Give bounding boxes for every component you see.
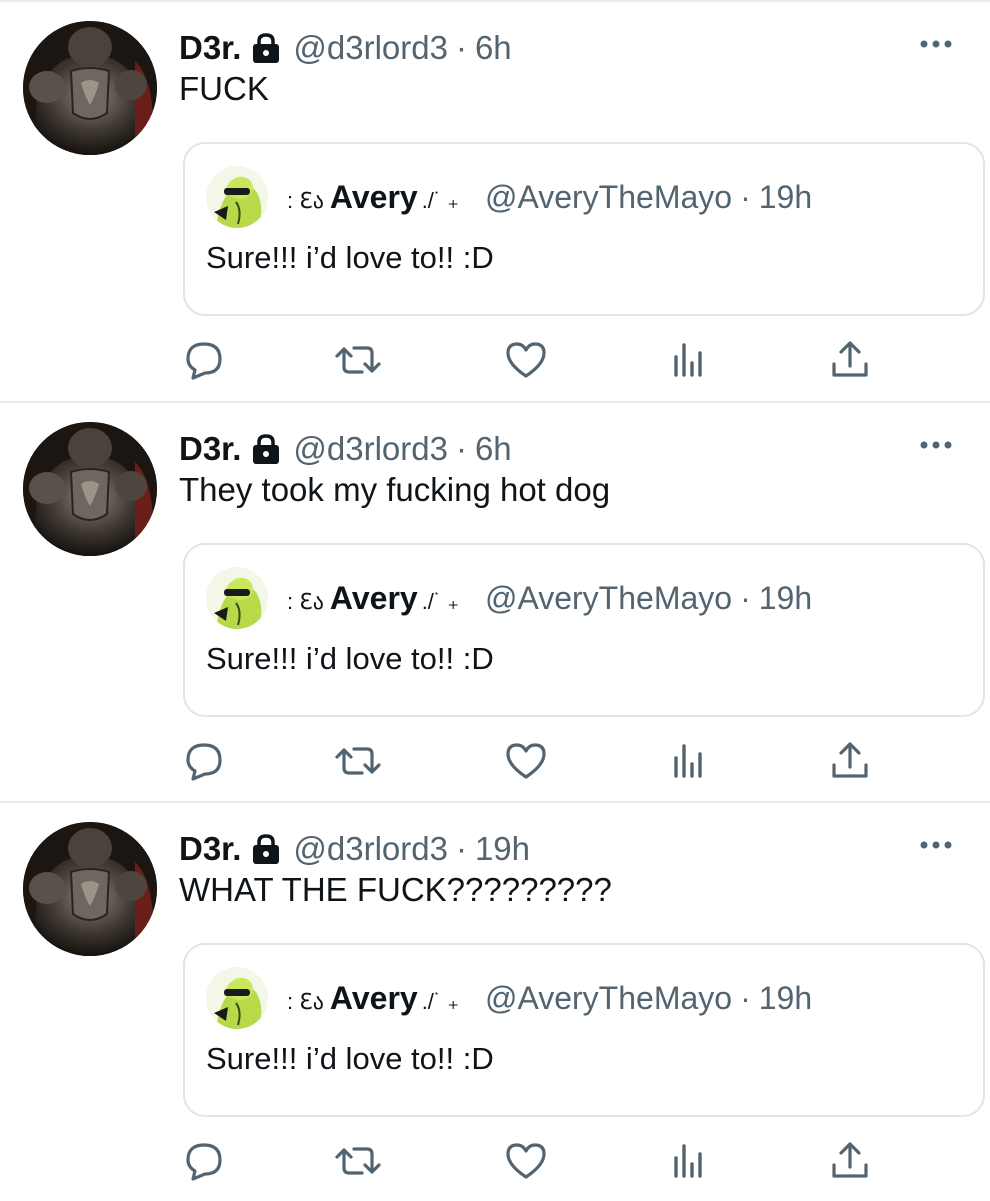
- separator-dot: ·: [740, 179, 751, 215]
- share-upload-icon[interactable]: [826, 1137, 874, 1185]
- author-handle[interactable]: @d3rlord3: [293, 829, 448, 869]
- lock-icon: [249, 432, 283, 466]
- quoted-display-name[interactable]: Avery: [330, 578, 418, 618]
- quoted-name-suffix: ./˙ ₊: [421, 188, 459, 213]
- retweet-icon[interactable]: [334, 737, 382, 785]
- lock-icon: [249, 31, 283, 65]
- separator-dot: ·: [455, 830, 467, 867]
- views-bar-chart-icon[interactable]: [664, 737, 712, 785]
- separator-dot: ·: [455, 430, 467, 467]
- tweet-header: D3r. @d3rlord3 · 6h: [179, 425, 512, 473]
- tweet-header: D3r. @d3rlord3 · 19h: [179, 825, 530, 873]
- reply-bubble-icon[interactable]: [180, 737, 228, 785]
- views-bar-chart-icon[interactable]: [664, 1137, 712, 1185]
- lock-icon: [249, 832, 283, 866]
- action-bar: [0, 336, 990, 384]
- separator-dot: ·: [740, 580, 751, 616]
- author-display-name[interactable]: D3r.: [179, 28, 241, 68]
- quoted-header: : ℇა Avery ./˙ ₊ @AveryTheMayo · 19h: [287, 578, 812, 622]
- avatar[interactable]: [23, 21, 157, 155]
- retweet-icon[interactable]: [334, 336, 382, 384]
- tweet[interactable]: D3r. @d3rlord3 · 6h They took my fucking…: [0, 401, 990, 801]
- reply-bubble-icon[interactable]: [180, 1137, 228, 1185]
- quoted-display-name[interactable]: Avery: [330, 978, 418, 1018]
- share-upload-icon[interactable]: [826, 737, 874, 785]
- author-display-name[interactable]: D3r.: [179, 429, 241, 469]
- avatar[interactable]: [23, 822, 157, 956]
- quoted-tweet[interactable]: : ℇა Avery ./˙ ₊ @AveryTheMayo · 19h Sur…: [183, 943, 985, 1117]
- quoted-name-suffix: ./˙ ₊: [421, 989, 459, 1014]
- quoted-text: Sure!!! i’d love to!! :D: [206, 641, 494, 676]
- tweet[interactable]: D3r. @d3rlord3 · 19h WHAT THE FUCK??????…: [0, 801, 990, 1201]
- separator-dot: ·: [740, 980, 751, 1016]
- quoted-avatar[interactable]: [206, 166, 268, 228]
- tweet-text: WHAT THE FUCK?????????: [179, 871, 612, 908]
- author-display-name[interactable]: D3r.: [179, 829, 241, 869]
- reply-bubble-icon[interactable]: [180, 336, 228, 384]
- quoted-avatar[interactable]: [206, 967, 268, 1029]
- tweet-text: FUCK: [179, 70, 269, 107]
- tweet-divider: [0, 801, 990, 803]
- tweet-text: They took my fucking hot dog: [179, 471, 611, 508]
- tweet-timestamp[interactable]: 6h: [475, 429, 512, 469]
- author-handle[interactable]: @d3rlord3: [293, 429, 448, 469]
- quoted-avatar[interactable]: [206, 567, 268, 629]
- separator-dot: ·: [455, 29, 467, 66]
- action-bar: [0, 1137, 990, 1185]
- tweet-header: D3r. @d3rlord3 · 6h: [179, 24, 512, 72]
- action-bar: [0, 737, 990, 785]
- quoted-timestamp[interactable]: 19h: [759, 978, 812, 1018]
- quoted-header: : ℇა Avery ./˙ ₊ @AveryTheMayo · 19h: [287, 177, 812, 221]
- tweet-timestamp[interactable]: 19h: [475, 829, 530, 869]
- timeline-feed: D3r. @d3rlord3 · 6h FUCK: ℇა Avery ./˙ …: [0, 0, 990, 1200]
- heart-icon[interactable]: [502, 1137, 550, 1185]
- quoted-timestamp[interactable]: 19h: [759, 578, 812, 618]
- quoted-name-prefix: : ℇა: [287, 188, 324, 213]
- quoted-handle[interactable]: @AveryTheMayo: [485, 578, 732, 618]
- quoted-handle[interactable]: @AveryTheMayo: [485, 978, 732, 1018]
- avatar[interactable]: [23, 422, 157, 556]
- more-horizontal-icon[interactable]: [918, 435, 954, 455]
- quoted-timestamp[interactable]: 19h: [759, 177, 812, 217]
- quoted-name-prefix: : ℇა: [287, 989, 324, 1014]
- share-upload-icon[interactable]: [826, 336, 874, 384]
- tweet-divider: [0, 0, 990, 2]
- quoted-tweet[interactable]: : ℇა Avery ./˙ ₊ @AveryTheMayo · 19h Sur…: [183, 142, 985, 316]
- views-bar-chart-icon[interactable]: [664, 336, 712, 384]
- more-horizontal-icon[interactable]: [918, 835, 954, 855]
- quoted-header: : ℇა Avery ./˙ ₊ @AveryTheMayo · 19h: [287, 978, 812, 1022]
- author-handle[interactable]: @d3rlord3: [293, 28, 448, 68]
- quoted-tweet[interactable]: : ℇა Avery ./˙ ₊ @AveryTheMayo · 19h Sur…: [183, 543, 985, 717]
- quoted-handle[interactable]: @AveryTheMayo: [485, 177, 732, 217]
- quoted-name-prefix: : ℇა: [287, 589, 324, 614]
- tweet[interactable]: D3r. @d3rlord3 · 6h FUCK: ℇა Avery ./˙ …: [0, 0, 990, 400]
- tweet-timestamp[interactable]: 6h: [475, 28, 512, 68]
- more-horizontal-icon[interactable]: [918, 34, 954, 54]
- retweet-icon[interactable]: [334, 1137, 382, 1185]
- tweet-divider: [0, 401, 990, 403]
- quoted-name-suffix: ./˙ ₊: [421, 589, 459, 614]
- quoted-display-name[interactable]: Avery: [330, 177, 418, 217]
- heart-icon[interactable]: [502, 737, 550, 785]
- heart-icon[interactable]: [502, 336, 550, 384]
- quoted-text: Sure!!! i’d love to!! :D: [206, 240, 494, 275]
- quoted-text: Sure!!! i’d love to!! :D: [206, 1041, 494, 1076]
